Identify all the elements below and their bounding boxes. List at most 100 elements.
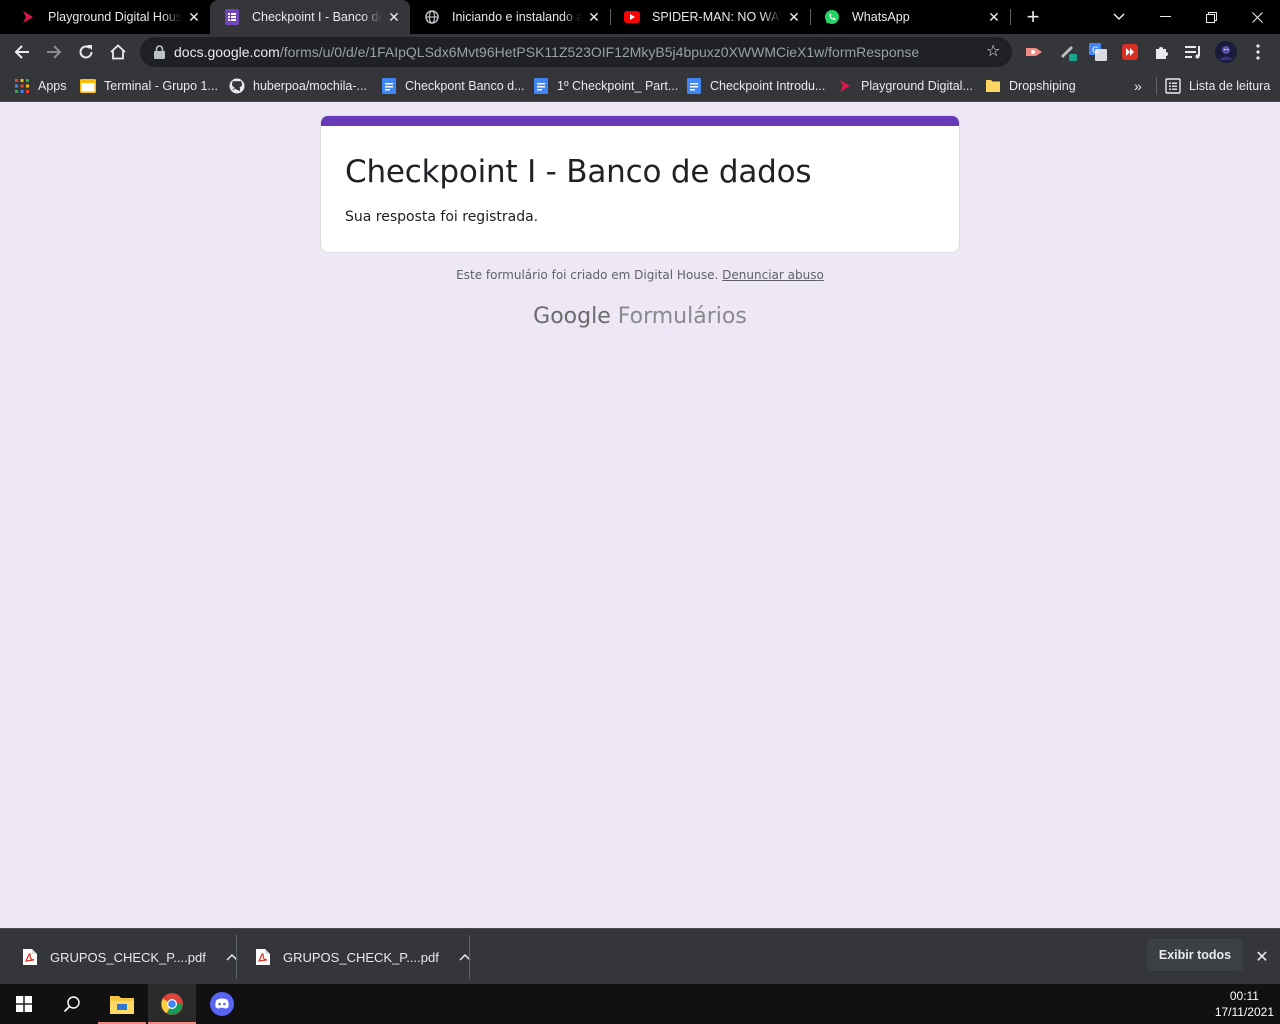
bookmark-github[interactable]: huberpoa/mochila-... (229, 76, 367, 96)
bookmark-apps[interactable]: Apps (14, 76, 67, 96)
download-filename: GRUPOS_CHECK_P....pdf (50, 949, 206, 965)
bookmarks-overflow-button[interactable]: » (1134, 76, 1142, 96)
bookmarks-divider (1156, 77, 1157, 95)
bookmark-label: Dropshiping (1009, 79, 1076, 93)
close-download-shelf-icon[interactable]: ✕ (1252, 947, 1272, 967)
bookmark-checkpoint-introducao[interactable]: Checkpoint Introdu... (686, 76, 825, 96)
tab-title: Checkpoint I - Banco de dados (252, 10, 382, 24)
form-accent-bar (321, 116, 959, 126)
windows-start-icon[interactable] (0, 984, 48, 1024)
bookmark-1-checkpoint[interactable]: 1º Checkpoint_ Part... (533, 76, 678, 96)
tab-strip: Playground Digital House ✕ Checkpoint I … (0, 0, 1280, 34)
bookmark-label: Checkpont Banco d... (405, 79, 525, 93)
google-docs-icon (381, 78, 397, 94)
bookmark-star-icon[interactable]: ☆ (986, 44, 1002, 60)
bookmark-label: 1º Checkpoint_ Part... (557, 79, 679, 93)
close-icon[interactable]: ✕ (786, 9, 802, 25)
screencast-extension-icon[interactable] (1024, 42, 1044, 62)
reading-list-button[interactable]: Lista de leitura (1165, 76, 1270, 96)
folder-icon (80, 78, 96, 94)
forward-button[interactable] (40, 38, 68, 66)
home-button[interactable] (104, 38, 132, 66)
tab-checkpoint[interactable]: Checkpoint I - Banco de dados ✕ (210, 0, 410, 34)
close-icon[interactable]: ✕ (186, 9, 202, 25)
chrome-taskbar-icon[interactable] (148, 984, 196, 1024)
video-speed-extension-icon[interactable] (1120, 42, 1140, 62)
tab-separator (1010, 9, 1011, 25)
back-button[interactable] (8, 38, 36, 66)
discord-icon[interactable] (198, 984, 246, 1024)
chevron-up-icon[interactable] (224, 949, 240, 965)
clock-date: 17/11/2021 (1214, 1005, 1274, 1019)
bookmark-playground[interactable]: Playground Digital... (837, 76, 973, 96)
form-footer-note: Este formulário foi criado em Digital Ho… (0, 268, 1280, 282)
bookmark-label: Checkpoint Introdu... (710, 79, 826, 93)
tab-title: Playground Digital House (48, 10, 182, 24)
close-window-button[interactable] (1234, 0, 1280, 34)
reading-list-label: Lista de leitura (1189, 79, 1271, 93)
close-icon[interactable]: ✕ (986, 9, 1002, 25)
new-tab-button[interactable]: + (1021, 5, 1045, 29)
tab-playground[interactable]: Playground Digital House ✕ (6, 0, 210, 34)
avatar[interactable] (1215, 41, 1237, 63)
pdf-icon (22, 949, 38, 965)
response-confirmation-message: Sua resposta foi registrada. (345, 209, 539, 225)
url-host: docs.google.com (174, 44, 280, 60)
tab-iniciando[interactable]: Iniciando e instalando a base ✕ (410, 0, 610, 34)
youtube-icon (624, 9, 640, 25)
tab-whatsapp[interactable]: WhatsApp ✕ (810, 0, 1010, 34)
media-controls-icon[interactable] (1184, 42, 1204, 62)
bookmark-label: huberpoa/mochila-... (253, 79, 367, 93)
clock-time: 00:11 (1229, 989, 1259, 1003)
browser-toolbar: docs.google.com/forms/u/0/d/e/1FAIpQLSdx… (0, 34, 1280, 70)
tab-title: WhatsApp (852, 10, 910, 24)
google-translate-icon[interactable]: G (1088, 42, 1108, 62)
more-menu-icon[interactable] (1248, 42, 1268, 62)
pdf-icon (255, 949, 271, 965)
digital-house-icon (837, 78, 853, 94)
search-icon[interactable] (48, 984, 96, 1024)
close-icon[interactable]: ✕ (586, 9, 602, 25)
url-path: /forms/u/0/d/e/1FAIpQLSdx6Mvt96HetPSK11Z… (279, 44, 920, 60)
bookmark-terminal[interactable]: Terminal - Grupo 1... (80, 76, 218, 96)
reload-button[interactable] (72, 38, 100, 66)
download-item[interactable]: GRUPOS_CHECK_P....pdf (22, 935, 240, 979)
address-bar[interactable]: docs.google.com/forms/u/0/d/e/1FAIpQLSdx… (140, 37, 1012, 67)
bookmark-checkpont-banco[interactable]: Checkpont Banco d... (381, 76, 525, 96)
google-docs-icon (533, 78, 549, 94)
digital-house-icon (20, 9, 36, 25)
globe-icon (424, 9, 440, 25)
form-title: Checkpoint I - Banco de dados (345, 154, 812, 190)
bookmarks-bar: Apps Terminal - Grupo 1... huberpoa/moch… (0, 70, 1280, 102)
google-forms-logo[interactable]: Google Formulários (0, 304, 1280, 329)
bookmark-label: Terminal - Grupo 1... (104, 79, 218, 93)
download-separator (469, 935, 470, 979)
close-icon[interactable]: ✕ (386, 9, 402, 25)
download-filename: GRUPOS_CHECK_P....pdf (283, 949, 439, 965)
reading-list-icon (1165, 78, 1181, 94)
page-content: Checkpoint I - Banco de dados Sua respos… (0, 102, 1280, 928)
download-separator (236, 935, 237, 979)
bookmark-dropshiping[interactable]: Dropshiping (985, 76, 1076, 96)
tab-title: SPIDER-MAN: NO WAY HOME (652, 10, 782, 24)
show-all-downloads-button[interactable]: Exibir todos (1147, 939, 1243, 971)
file-explorer-icon[interactable] (98, 984, 146, 1024)
form-creator-note: Este formulário foi criado em Digital Ho… (456, 268, 719, 282)
bookmark-label: Apps (38, 79, 67, 93)
brand-product: Formulários (617, 304, 747, 329)
system-clock[interactable]: 00:11 17/11/2021 (1215, 988, 1274, 1020)
tab-search-chevron-icon[interactable] (1096, 0, 1142, 34)
chevron-up-icon[interactable] (457, 949, 473, 965)
tab-title: Iniciando e instalando a base (452, 10, 582, 24)
report-abuse-link[interactable]: Denunciar abuso (722, 268, 824, 282)
tab-spiderman[interactable]: SPIDER-MAN: NO WAY HOME ✕ (610, 0, 810, 34)
pen-extension-icon[interactable] (1058, 42, 1078, 62)
extensions-puzzle-icon[interactable] (1152, 42, 1172, 62)
url-text[interactable]: docs.google.com/forms/u/0/d/e/1FAIpQLSdx… (174, 44, 919, 60)
lock-icon[interactable] (152, 45, 166, 59)
restore-button[interactable] (1188, 0, 1234, 34)
minimize-button[interactable] (1142, 0, 1188, 34)
download-item[interactable]: GRUPOS_CHECK_P....pdf (255, 935, 473, 979)
svg-text:G: G (1092, 46, 1099, 56)
bookmark-label: Playground Digital... (861, 79, 973, 93)
